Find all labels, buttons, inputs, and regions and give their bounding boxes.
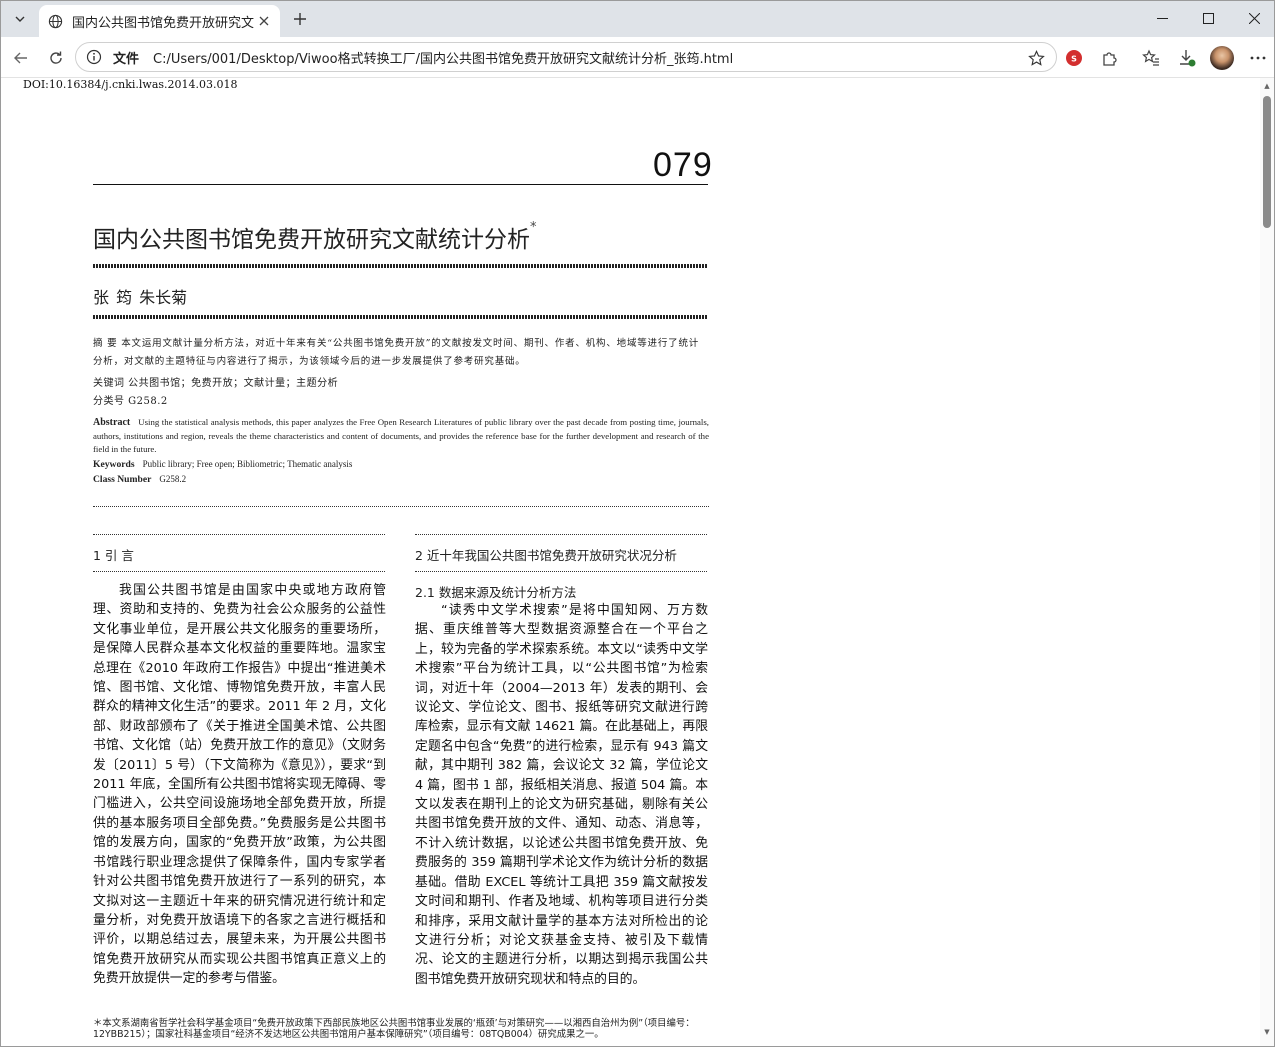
- scroll-down-icon[interactable]: ▼: [1263, 1028, 1271, 1036]
- navigation-bar: 文件 C:/Users/001/Desktop/Viwoo格式转换工厂/国内公共…: [1, 37, 1274, 78]
- section-2-title: 2 近十年我国公共图书馆免费开放研究状况分析: [415, 548, 677, 563]
- sec2-rule-top: [415, 534, 707, 535]
- class-number-en-label: Class Number: [93, 474, 152, 485]
- refresh-icon: [50, 51, 62, 64]
- arrow-left-icon: [14, 52, 27, 64]
- article-title: 国内公共图书馆免费开放研究文献统计分析*: [93, 220, 537, 254]
- page-number: 079: [653, 146, 713, 184]
- keywords-en-text: Public library; Free open; Bibliometric;…: [142, 459, 353, 469]
- back-button[interactable]: [7, 44, 35, 72]
- plus-icon: [294, 13, 306, 25]
- title-footnote-mark: *: [530, 220, 537, 235]
- favorites-list-icon[interactable]: [1139, 46, 1163, 70]
- author-divider: [93, 315, 708, 319]
- maximize-icon: [1202, 12, 1214, 24]
- close-tab-icon[interactable]: [256, 13, 272, 29]
- browser-window: 国内公共图书馆免费开放研究文献 文件 C:/Users/001/Desktop/…: [0, 0, 1275, 1047]
- refresh-button[interactable]: [42, 44, 70, 72]
- close-window-button[interactable]: [1231, 1, 1274, 35]
- scroll-up-icon[interactable]: ▲: [1263, 82, 1271, 90]
- class-number-en-text: G258.2: [159, 474, 187, 484]
- favorite-star-icon[interactable]: [1026, 48, 1046, 68]
- section-2-1-title: 2.1 数据来源及统计分析方法: [415, 585, 577, 600]
- title-divider: [93, 264, 708, 268]
- section-2-1-paragraph: “读秀中文学术搜索”是将中国知网、万方数据、重庆维普等大型数据资源整合在一个平台…: [415, 603, 708, 987]
- keywords-en-label: Keywords: [93, 459, 135, 470]
- sec1-rule-top: [93, 534, 385, 535]
- page-content: DOI:10.16384/j.cnki.lwas.2014.03.018 079…: [1, 78, 1260, 1046]
- abstract-divider: [93, 506, 709, 507]
- sec2-rule-bottom: [415, 571, 707, 572]
- scrollbar-thumb[interactable]: [1263, 96, 1271, 228]
- minimize-button[interactable]: [1139, 1, 1185, 35]
- article-title-text: 国内公共图书馆免费开放研究文献统计分析: [93, 227, 530, 253]
- tab-search-button[interactable]: [7, 6, 33, 32]
- chevron-down-icon: [15, 16, 25, 22]
- new-tab-button[interactable]: [288, 7, 312, 31]
- url-scheme-label: 文件: [113, 51, 140, 67]
- section-1-title: 1 引 言: [93, 548, 134, 563]
- url-text[interactable]: C:/Users/001/Desktop/Viwoo格式转换工厂/国内公共图书馆…: [153, 48, 733, 67]
- title-bar: 国内公共图书馆免费开放研究文献: [1, 1, 1274, 37]
- abstract-cn: 摘 要 本文运用文献计量分析方法，对近十年来有关“公共图书馆免费开放”的文献按发…: [93, 338, 700, 367]
- abstract-en: Abstract Using the statistical analysis m…: [93, 416, 709, 457]
- section-1-paragraph: 我国公共图书馆是由国家中央或地方政府管理、资助和支持的、免费为社会公众服务的公益…: [93, 583, 386, 987]
- globe-icon: [47, 13, 63, 29]
- keywords-en: Keywords Public library; Free open; Bibli…: [93, 459, 352, 470]
- svg-text:S: S: [1071, 55, 1077, 64]
- active-tab[interactable]: 国内公共图书馆免费开放研究文献: [39, 5, 280, 37]
- keywords-cn: 关键词 公共图书馆；免费开放；文献计量；主题分析: [93, 378, 339, 389]
- seo-extension-icon[interactable]: S: [1062, 46, 1086, 70]
- extensions-puzzle-icon[interactable]: [1098, 46, 1122, 70]
- more-options-icon[interactable]: [1246, 46, 1270, 70]
- header-rule: [93, 184, 708, 185]
- address-bar[interactable]: 文件 C:/Users/001/Desktop/Viwoo格式转换工厂/国内公共…: [75, 42, 1057, 72]
- class-number-cn: 分类号 G258.2: [93, 396, 168, 407]
- class-number-en: Class Number G258.2: [93, 474, 186, 485]
- authors: 张 筠 朱长菊: [93, 288, 188, 307]
- downloads-icon[interactable]: [1175, 46, 1199, 70]
- close-icon: [1248, 12, 1260, 24]
- tab-title: 国内公共图书馆免费开放研究文献: [72, 15, 254, 31]
- abstract-en-text: Using the statistical analysis methods, …: [93, 417, 709, 454]
- doi-text: DOI:10.16384/j.cnki.lwas.2014.03.018: [23, 78, 238, 91]
- sec1-rule-bottom: [93, 571, 385, 572]
- info-icon[interactable]: [85, 48, 103, 66]
- abstract-en-label: Abstract: [93, 417, 131, 428]
- profile-avatar[interactable]: [1210, 46, 1234, 70]
- minimize-icon: [1156, 17, 1168, 19]
- vertical-scrollbar[interactable]: ▲ ▼: [1260, 78, 1274, 1046]
- maximize-button[interactable]: [1185, 1, 1231, 35]
- footnote: ＊本文系湖南省哲学社会科学基金项目“免费开放政策下西部民族地区公共图书馆事业发展…: [93, 1018, 695, 1040]
